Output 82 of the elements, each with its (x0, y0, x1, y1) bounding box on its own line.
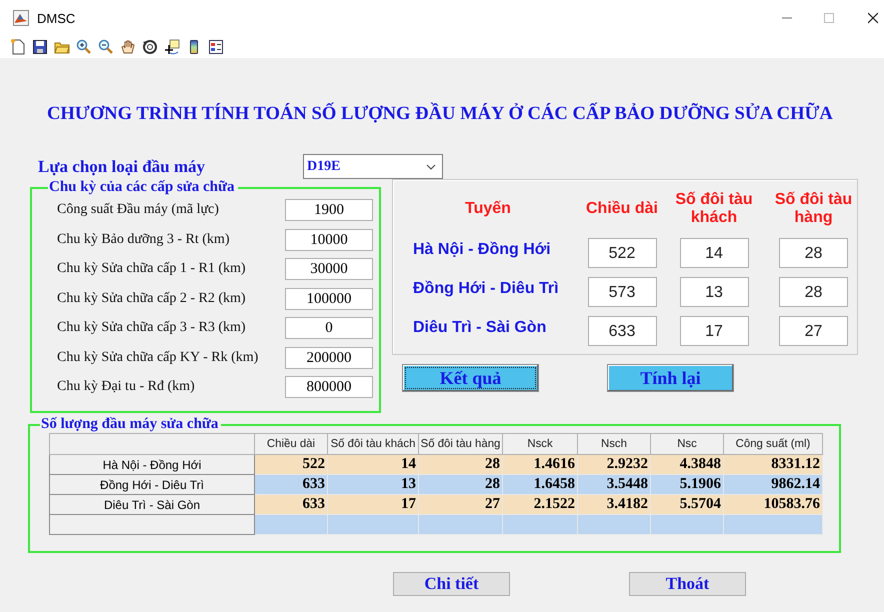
row-header: Đồng Hới - Diêu Trì (50, 474, 254, 494)
app-icon (13, 10, 29, 26)
input-field[interactable]: 10000 (285, 228, 373, 250)
column-header: Số đôi tàu hàng (774, 191, 854, 227)
input-field[interactable]: 0 (285, 317, 373, 339)
footer-button[interactable]: Chi tiết (393, 572, 510, 596)
input-field[interactable]: 17 (680, 316, 748, 346)
table-cell: 27 (418, 494, 502, 514)
input-field[interactable]: 633 (588, 316, 656, 346)
input-field[interactable]: 100000 (285, 288, 373, 310)
field-label: Chu kỳ Bảo dưỡng 3 - Rt (km) (57, 232, 230, 248)
field-label: Chu kỳ Sửa chữa cấp 2 - R2 (km) (57, 290, 247, 306)
data-cursor-icon[interactable] (164, 39, 180, 55)
zoom-in-icon[interactable] (76, 39, 92, 55)
table-cell: 13 (328, 474, 418, 494)
route-label: Đồng Hới - Diêu Trì (413, 280, 560, 298)
field-label: Chu kỳ Sửa chữa cấp 3 - R3 (km) (57, 320, 247, 336)
locomotive-dropdown[interactable]: D19E (303, 154, 443, 179)
input-field[interactable]: 573 (588, 276, 656, 306)
rotate-icon[interactable] (142, 39, 158, 55)
panel-title: Số lượng đầu máy sửa chữa (40, 416, 220, 433)
table-cell: 2.9232 (578, 454, 650, 474)
action-button[interactable]: Kết quả (402, 364, 539, 392)
program-title: CHƯƠNG TRÌNH TÍNH TOÁN SỐ LƯỢNG ĐẦU MÁY Ở CÁC CẤP BẢO DƯỠNG SỬA CHỮA (47, 102, 834, 126)
column-header: Nsch (578, 434, 650, 454)
table-cell: 1.4616 (502, 454, 578, 474)
footer-button[interactable]: Thoát (629, 572, 746, 596)
table-cell: 3.4182 (578, 494, 650, 514)
input-field[interactable]: 800000 (285, 376, 373, 398)
table-cell: 2.1522 (502, 494, 578, 514)
column-header: Số đôi tàu hàng (418, 434, 502, 454)
input-field[interactable]: 28 (779, 238, 848, 268)
route-label: Diêu Trì - Sài Gòn (413, 318, 548, 336)
hand-icon[interactable] (120, 39, 136, 55)
column-header: Công suất (ml) (724, 434, 822, 454)
column-header: Số đôi tàu khách (328, 434, 418, 454)
table-cell: 4.3848 (650, 454, 724, 474)
table-cell: 1.6458 (502, 474, 578, 494)
column-header: Chiều dài (254, 434, 328, 454)
locomotive-label: Lựa chọn loại đầu máy (38, 156, 206, 176)
legend-icon[interactable] (208, 39, 224, 55)
table-cell: 28 (418, 454, 502, 474)
panel-title: Chu kỳ của các cấp sửa chữa (48, 179, 236, 196)
input-field[interactable]: 13 (680, 276, 748, 306)
action-button[interactable]: Tính lại (607, 364, 734, 392)
input-field[interactable]: 27 (779, 316, 848, 346)
column-header: Tuyến (465, 200, 511, 218)
input-field[interactable]: 28 (779, 276, 848, 306)
column-header: Nsck (502, 434, 578, 454)
input-field[interactable]: 200000 (285, 346, 373, 368)
input-field[interactable]: 14 (680, 238, 748, 268)
save-icon[interactable] (32, 39, 48, 55)
input-field[interactable]: 30000 (285, 258, 373, 280)
table-cell: 3.5448 (578, 474, 650, 494)
field-label: Chu kỳ Sửa chữa cấp 1 - R1 (km) (57, 261, 247, 277)
close-icon[interactable] (868, 10, 878, 26)
field-label: Chu kỳ Đại tu - Rđ (km) (57, 379, 196, 395)
route-label: Hà Nội - Đồng Hới (413, 240, 552, 258)
table-cell: 522 (254, 454, 328, 474)
new-file-icon[interactable] (10, 39, 26, 55)
table-cell: 5.5704 (650, 494, 724, 514)
table-cell: 10583.76 (724, 494, 822, 514)
input-field[interactable]: 522 (588, 238, 656, 268)
zoom-out-icon[interactable] (98, 39, 114, 55)
row-header: Diêu Trì - Sài Gòn (50, 494, 254, 514)
field-label: Chu kỳ Sửa chữa cấp KY - Rk (km) (57, 350, 260, 366)
table-cell: 5.1906 (650, 474, 724, 494)
table-cell: 14 (328, 454, 418, 474)
chevron-down-icon (426, 164, 436, 170)
table-cell: 633 (254, 474, 328, 494)
field-label: Công suất Đầu máy (mã lực) (57, 202, 220, 218)
input-field[interactable]: 1900 (285, 199, 373, 221)
table-cell: 17 (328, 494, 418, 514)
column-header: Nsc (650, 434, 724, 454)
table-cell: 9862.14 (724, 474, 822, 494)
window-title: DMSC (37, 10, 76, 26)
table-cell: 28 (418, 474, 502, 494)
table-cell: 8331.12 (724, 454, 822, 474)
column-header: Chiều dài (586, 200, 658, 218)
column-header: Số đôi tàu khách (674, 191, 754, 227)
table-cell: 633 (254, 494, 328, 514)
row-header: Hà Nội - Đồng Hới (50, 454, 254, 474)
